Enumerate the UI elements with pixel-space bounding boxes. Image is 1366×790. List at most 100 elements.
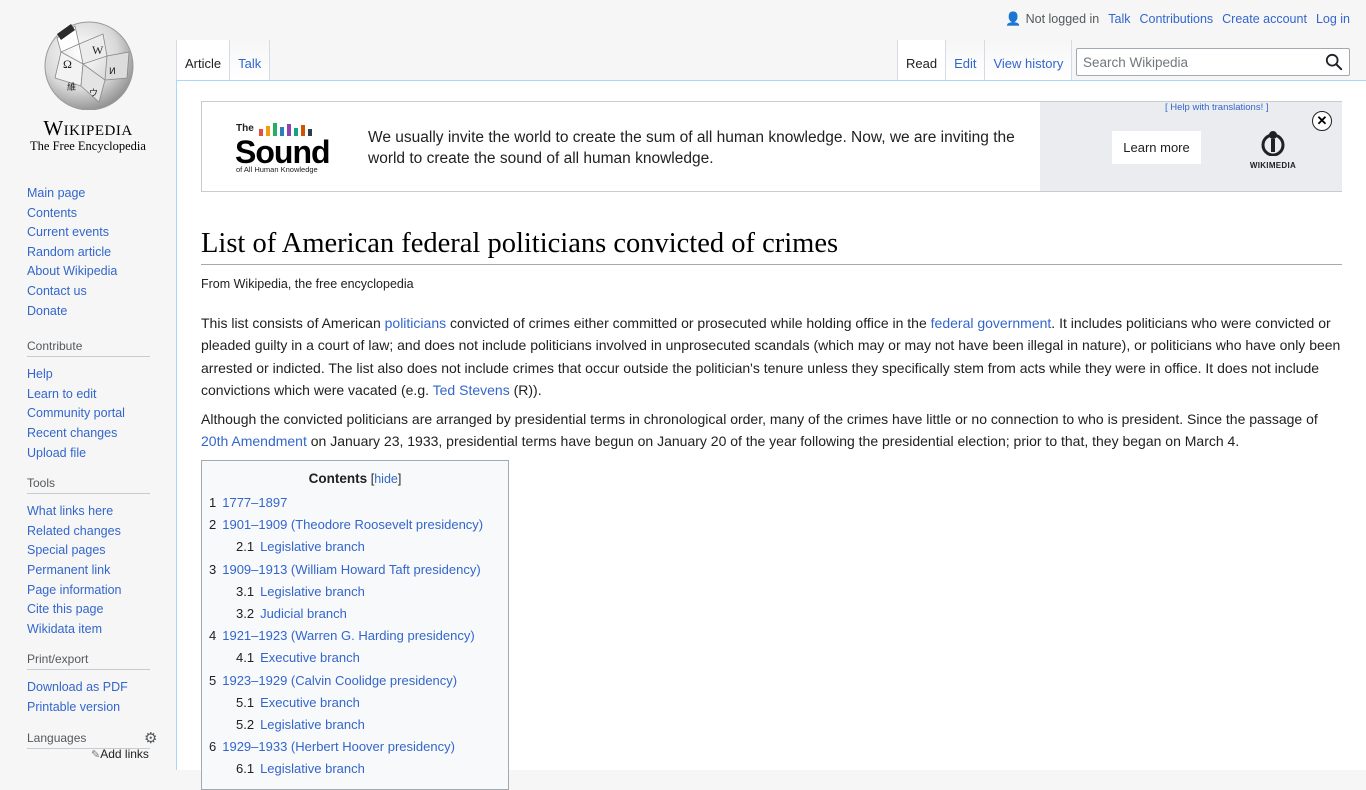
toc-item-link[interactable]: Legislative branch: [260, 717, 365, 732]
sidebar-item-contents[interactable]: Contents: [27, 206, 77, 220]
toc-item-number: 3.2: [236, 605, 255, 621]
toc-item-link[interactable]: 1923–1929 (Calvin Coolidge presidency): [222, 673, 457, 688]
add-links[interactable]: ✎Add links: [27, 745, 149, 763]
second-text-2: on January 23, 1933, presidential terms …: [306, 433, 1240, 450]
federal-government-link[interactable]: federal government: [931, 315, 1052, 331]
toc-item[interactable]: 6.1 Legislative branch: [202, 758, 508, 780]
toc-item-number: 3.1: [236, 583, 255, 599]
sidebar-item-special-pages[interactable]: Special pages: [27, 543, 106, 557]
contributions-link[interactable]: Contributions: [1140, 12, 1214, 26]
toc-item[interactable]: 4 1921–1923 (Warren G. Harding presidency…: [202, 625, 508, 647]
view-tabs: Read Edit View history: [897, 40, 1073, 81]
toc-item-link[interactable]: 1777–1897: [222, 495, 287, 510]
toc-item[interactable]: 3.1 Legislative branch: [202, 581, 508, 603]
toc-item[interactable]: 2 1901–1909 (Theodore Roosevelt presidenc…: [202, 514, 508, 536]
sidebar-item-cite-this-page[interactable]: Cite this page: [27, 602, 103, 616]
search-icon[interactable]: [1325, 53, 1343, 71]
sidebar-item-community-portal[interactable]: Community portal: [27, 406, 125, 420]
add-links-label[interactable]: Add links: [100, 747, 149, 761]
sidebar-item-contact-us[interactable]: Contact us: [27, 284, 87, 298]
svg-text:И: И: [109, 67, 116, 77]
help-translations-link[interactable]: [ Help with translations! ]: [1165, 102, 1269, 113]
wikimedia-logo: WIKIMEDIA: [1245, 130, 1301, 170]
toc-item[interactable]: 4.1 Executive branch: [202, 647, 508, 669]
fundraising-banner: The Sound of All Human Knowledge We usua…: [201, 101, 1342, 192]
login-link[interactable]: Log in: [1316, 12, 1350, 26]
talk-link[interactable]: Talk: [1108, 12, 1130, 26]
namespace-tabs: Article Talk: [176, 40, 271, 81]
toc-item-number: 3: [209, 561, 217, 577]
sidebar-item-upload-file[interactable]: Upload file: [27, 446, 86, 460]
create-account-link[interactable]: Create account: [1222, 12, 1307, 26]
sidebar: Main page Contents Current events Random…: [0, 176, 176, 761]
sidebar-item-printable-version[interactable]: Printable version: [27, 700, 120, 714]
tools-portal: Tools What links here Related changes Sp…: [27, 476, 176, 639]
sidebar-item-help[interactable]: Help: [27, 367, 53, 381]
sidebar-item-download-pdf[interactable]: Download as PDF: [27, 680, 128, 694]
toc-item[interactable]: 5.2 Legislative branch: [202, 714, 508, 736]
sidebar-item-current-events[interactable]: Current events: [27, 225, 109, 239]
toc-item[interactable]: 6 1929–1933 (Herbert Hoover presidency): [202, 736, 508, 758]
toc-item-link[interactable]: 1921–1923 (Warren G. Harding presidency): [222, 628, 474, 643]
toc-item-number: 6.1: [236, 761, 255, 777]
svg-text:ウ: ウ: [89, 88, 98, 99]
toc-list: 1 1777–1897 2 1901–1909 (Theodore Roosevelt…: [202, 492, 508, 780]
wikipedia-wordmark: Wikipedia: [43, 116, 133, 140]
toc-item-link[interactable]: Legislative branch: [260, 539, 365, 554]
toc-item-link[interactable]: Legislative branch: [260, 761, 365, 776]
tab-article[interactable]: Article: [176, 40, 231, 81]
20th-amendment-link[interactable]: 20th Amendment: [201, 433, 307, 449]
toc-item-number: 2.1: [236, 539, 255, 555]
politicians-link[interactable]: politicians: [385, 315, 446, 331]
search-input[interactable]: [1077, 49, 1323, 75]
toc-item[interactable]: 3.2 Judicial branch: [202, 603, 508, 625]
toc-item-link[interactable]: 1909–1913 (William Howard Taft presidenc…: [222, 562, 480, 577]
sidebar-item-learn-to-edit[interactable]: Learn to edit: [27, 387, 97, 401]
sidebar-item-main-page[interactable]: Main page: [27, 186, 85, 200]
toc-item-link[interactable]: Executive branch: [260, 695, 360, 710]
sidebar-item-donate[interactable]: Donate: [27, 304, 67, 318]
toc-item-link[interactable]: Executive branch: [260, 650, 360, 665]
main-content: The Sound of All Human Knowledge We usua…: [176, 80, 1366, 790]
wikipedia-logo[interactable]: Ω W 維 И ウ Wikipedia The Free Encyclopedi…: [0, 0, 176, 160]
page-title: List of American federal politicians con…: [201, 228, 1342, 265]
toc-item[interactable]: 3 1909–1913 (William Howard Taft presiden…: [202, 559, 508, 581]
learn-more-button[interactable]: Learn more: [1111, 130, 1202, 165]
toc-item[interactable]: 5 1923–1929 (Calvin Coolidge presidency): [202, 670, 508, 692]
sidebar-item-wikidata-item[interactable]: Wikidata item: [27, 622, 102, 636]
table-of-contents: Contents [hide] 1 1777–1897 2 1901–1909 (Th…: [201, 460, 509, 790]
toc-hide-link[interactable]: hide: [374, 472, 398, 486]
intro-text-2: convicted of crimes either committed or …: [446, 315, 931, 331]
tab-read[interactable]: Read: [897, 40, 947, 81]
sidebar-item-about-wikipedia[interactable]: About Wikipedia: [27, 264, 117, 278]
close-banner-button[interactable]: ✕: [1312, 111, 1332, 131]
toc-item-link[interactable]: Judicial branch: [260, 606, 347, 621]
tab-view-history[interactable]: View history: [985, 40, 1073, 80]
user-icon: 👤: [1005, 11, 1022, 26]
sidebar-item-what-links-here[interactable]: What links here: [27, 504, 113, 518]
sidebar-item-permanent-link[interactable]: Permanent link: [27, 563, 110, 577]
sidebar-item-random-article[interactable]: Random article: [27, 245, 111, 259]
tab-talk[interactable]: Talk: [230, 40, 271, 80]
toc-item[interactable]: 5.1 Executive branch: [202, 692, 508, 714]
toc-item-link[interactable]: 1901–1909 (Theodore Roosevelt presidency…: [222, 517, 483, 532]
second-text-1: Although the convicted politicians are a…: [201, 411, 1318, 427]
sidebar-item-recent-changes[interactable]: Recent changes: [27, 426, 117, 440]
close-icon: ✕: [1316, 113, 1328, 128]
sidebar-item-page-information[interactable]: Page information: [27, 583, 122, 597]
ted-stevens-link[interactable]: Ted Stevens: [433, 382, 510, 398]
banner-message: We usually invite the world to create th…: [368, 129, 1015, 167]
toc-title: Contents: [308, 471, 368, 486]
intro-paragraph: This list consists of American politicia…: [201, 312, 1343, 402]
contribute-heading: Contribute: [27, 339, 150, 358]
puzzle-globe-icon: Ω W 維 И ウ: [44, 21, 134, 110]
toc-item[interactable]: 2.1 Legislative branch: [202, 536, 508, 558]
toc-item[interactable]: 1 1777–1897: [202, 492, 508, 514]
toc-hide-wrapper: [hide]: [370, 472, 402, 486]
tab-edit[interactable]: Edit: [946, 40, 986, 80]
sidebar-item-related-changes[interactable]: Related changes: [27, 524, 121, 538]
toc-item-link[interactable]: Legislative branch: [260, 584, 365, 599]
contribute-portal: Contribute Help Learn to edit Community …: [27, 339, 176, 463]
navigation-portal: Main page Contents Current events Random…: [27, 184, 176, 321]
toc-item-link[interactable]: 1929–1933 (Herbert Hoover presidency): [222, 739, 455, 754]
